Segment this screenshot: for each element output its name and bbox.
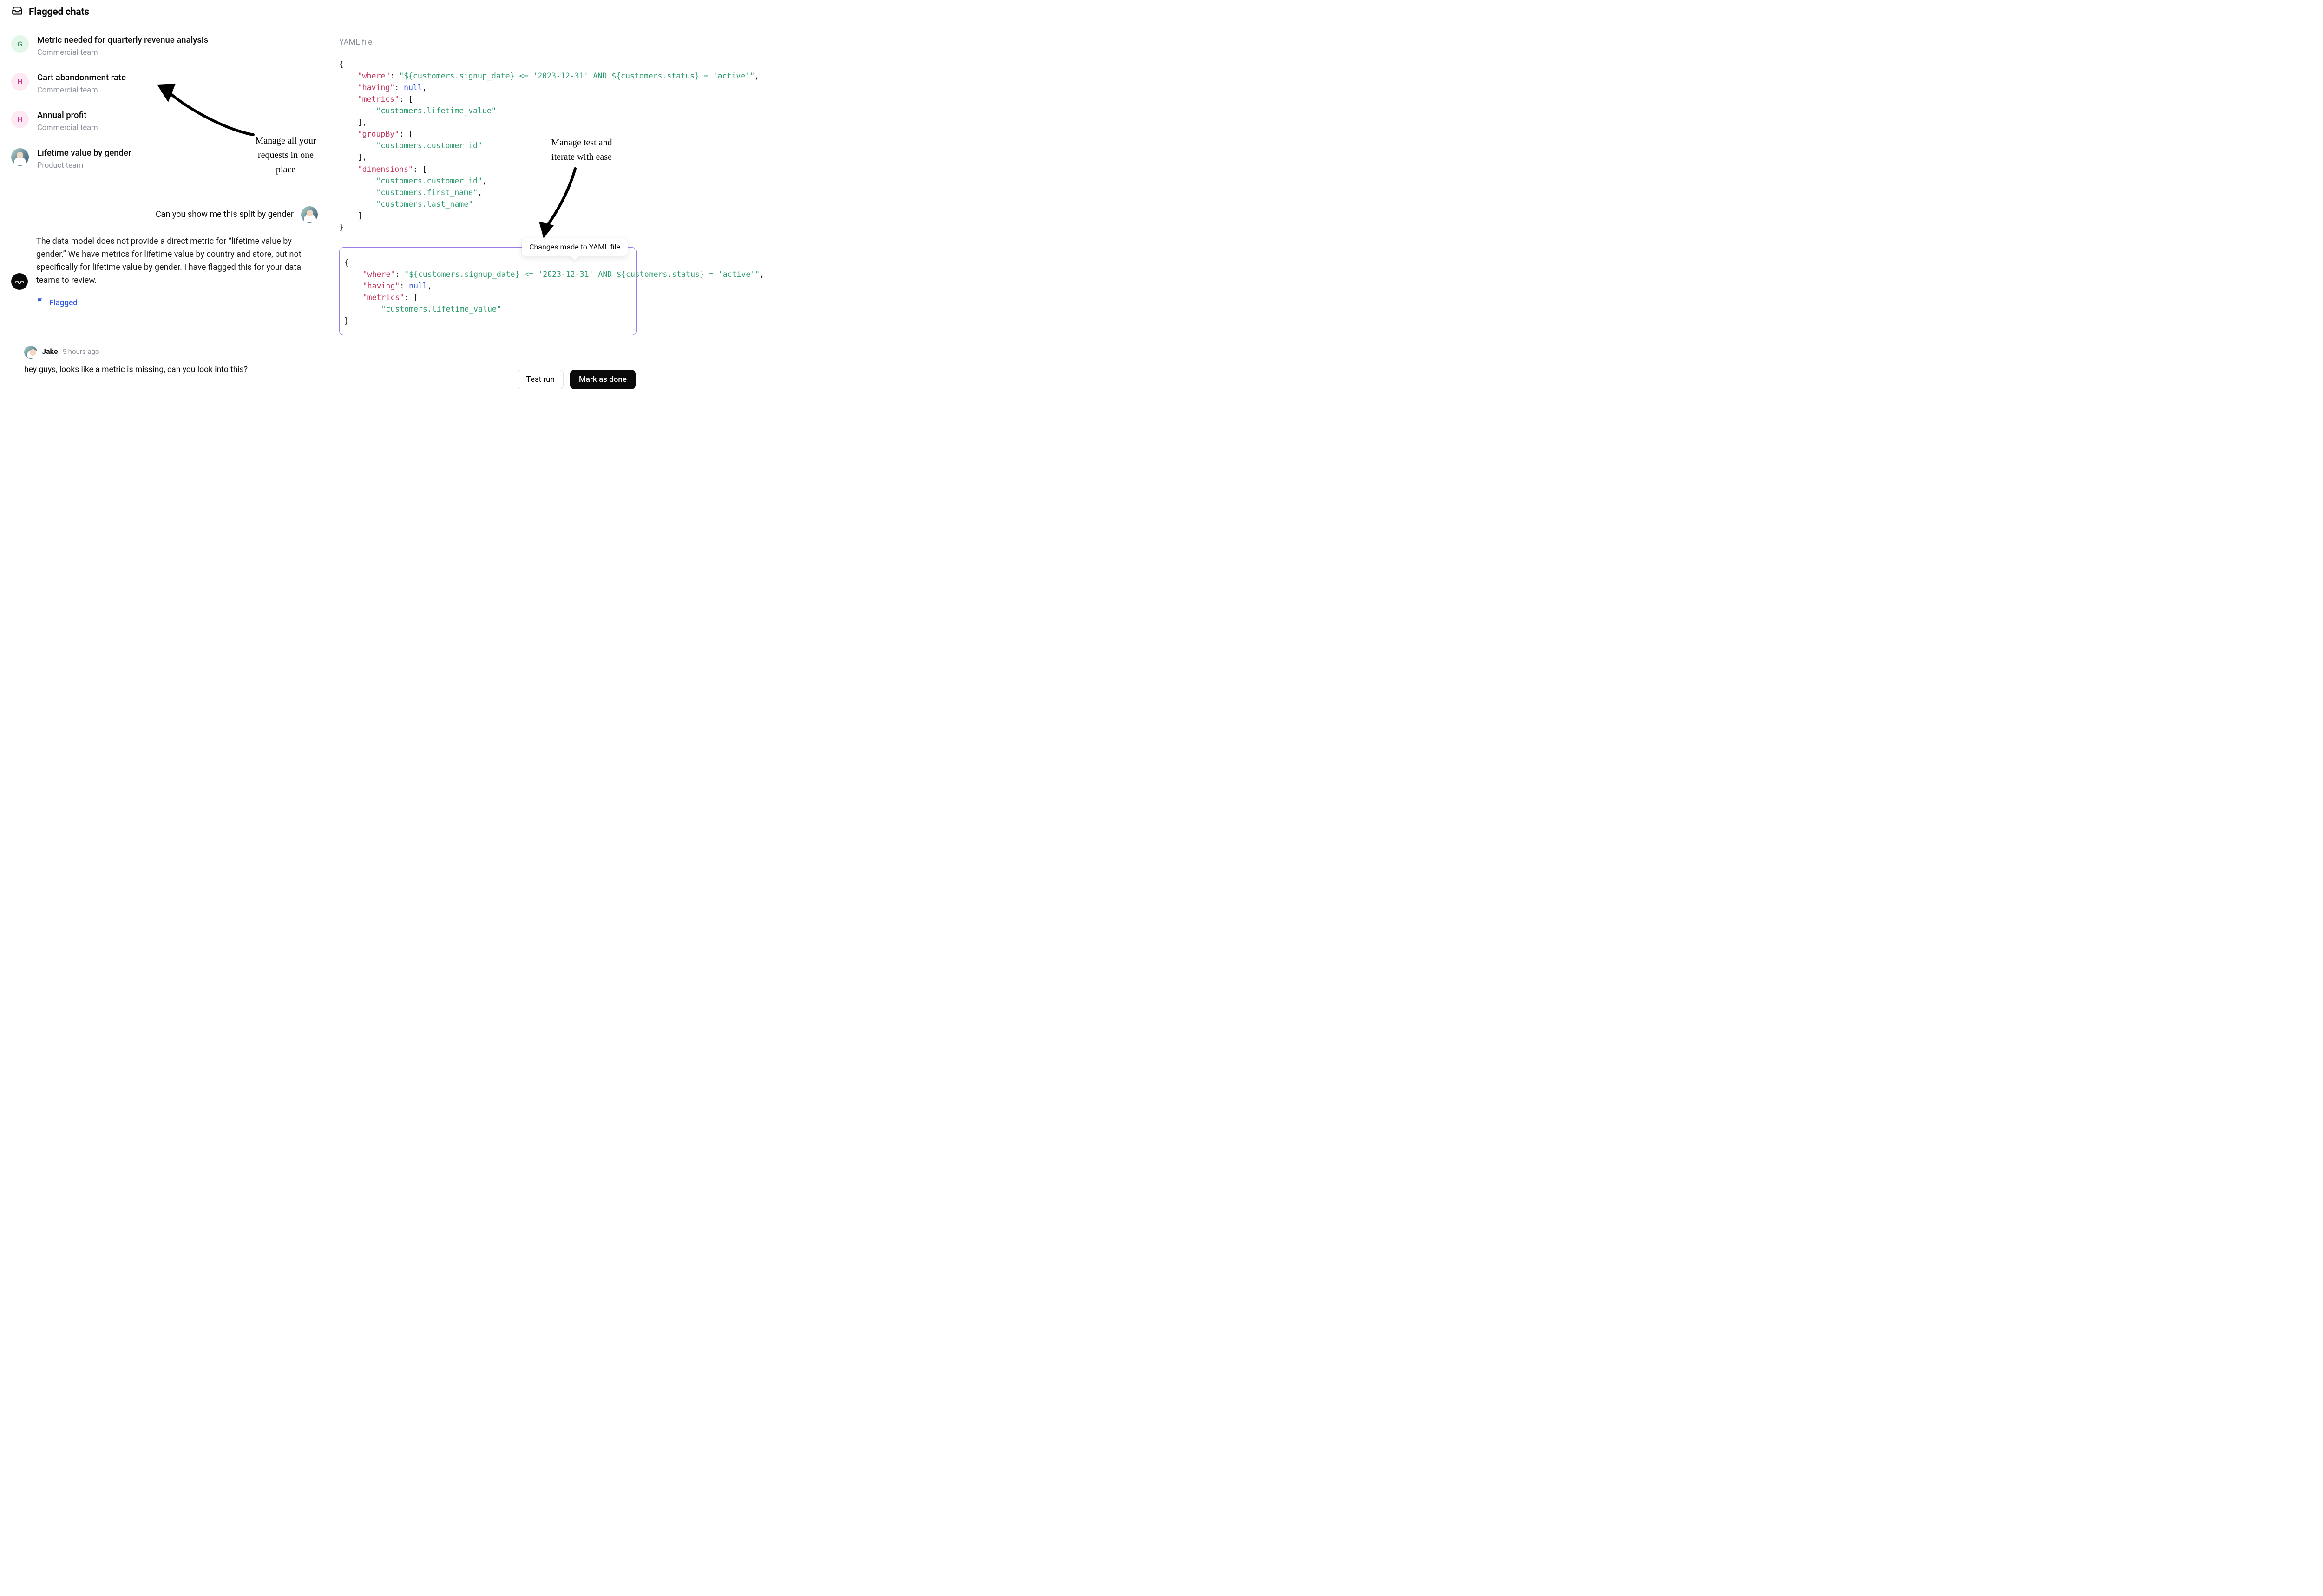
chat-subtitle: Commercial team	[37, 85, 126, 96]
test-run-button[interactable]: Test run	[518, 370, 564, 389]
code-block-diff: { "where": "${customers.signup_date} <= …	[344, 257, 628, 327]
chat-subtitle: Commercial team	[37, 123, 98, 133]
avatar-photo	[11, 148, 29, 166]
chat-item[interactable]: Lifetime value by gender Product team	[11, 145, 318, 173]
code-where: "${customers.signup_date} <= '2023-12-31…	[399, 72, 755, 80]
chat-list: G Metric needed for quarterly revenue an…	[11, 33, 318, 173]
changes-box: Changes made to YAML file { "where": "${…	[339, 247, 637, 335]
chat-title: Metric needed for quarterly revenue anal…	[37, 34, 208, 46]
chat-item[interactable]: H Cart abandonment rate Commercial team	[11, 70, 318, 98]
code-dim: "customers.first_name"	[376, 188, 478, 197]
chat-subtitle: Commercial team	[37, 47, 208, 58]
code-having: null	[409, 281, 427, 290]
code-groupby: "customers.customer_id"	[376, 141, 482, 150]
comment-text: hey guys, looks like a metric is missing…	[24, 364, 312, 376]
code-having: null	[404, 83, 422, 92]
comment-time: 5 hours ago	[63, 347, 99, 357]
chat-title: Lifetime value by gender	[37, 147, 131, 159]
avatar-initial: H	[11, 73, 29, 91]
code-metric: "customers.lifetime_value"	[381, 305, 501, 314]
chat-item[interactable]: G Metric needed for quarterly revenue an…	[11, 33, 318, 60]
flagged-label[interactable]: Flagged	[36, 297, 318, 309]
user-message: Can you show me this split by gender	[156, 209, 294, 220]
file-label: YAML file	[339, 37, 637, 48]
bot-message-row: The data model does not provide a direct…	[11, 235, 318, 309]
code-dim: "customers.customer_id"	[376, 177, 482, 185]
inbox-icon	[11, 5, 23, 20]
wave-icon	[14, 276, 25, 287]
avatar-photo	[301, 206, 318, 223]
flagged-text: Flagged	[49, 298, 78, 309]
avatar-initial: H	[11, 111, 29, 128]
user-message-row: Can you show me this split by gender	[11, 205, 318, 223]
code-where: "${customers.signup_date} <= '2023-12-31…	[404, 270, 760, 279]
page-title: Flagged chats	[29, 6, 89, 19]
chat-subtitle: Product team	[37, 160, 131, 171]
bot-message: The data model does not provide a direct…	[36, 235, 318, 287]
comment: Jake 5 hours ago hey guys, looks like a …	[24, 345, 312, 376]
comment-author: Jake	[42, 347, 58, 357]
chat-title: Annual profit	[37, 110, 98, 122]
avatar-photo	[24, 346, 37, 359]
chat-title: Cart abandonment rate	[37, 72, 126, 84]
bot-avatar	[11, 273, 28, 290]
avatar-initial: G	[11, 35, 29, 53]
changes-label: Changes made to YAML file	[522, 238, 628, 256]
code-dim: "customers.last_name"	[376, 200, 473, 209]
action-bar: Test run Mark as done	[518, 370, 636, 389]
code-metric: "customers.lifetime_value"	[376, 106, 496, 115]
flag-icon	[36, 297, 45, 309]
code-block-main: { "where": "${customers.signup_date} <= …	[339, 59, 637, 233]
mark-done-button[interactable]: Mark as done	[570, 370, 636, 389]
chat-item[interactable]: H Annual profit Commercial team	[11, 108, 318, 135]
page-header: Flagged chats	[11, 5, 318, 20]
conversation: Can you show me this split by gender The…	[11, 205, 318, 309]
